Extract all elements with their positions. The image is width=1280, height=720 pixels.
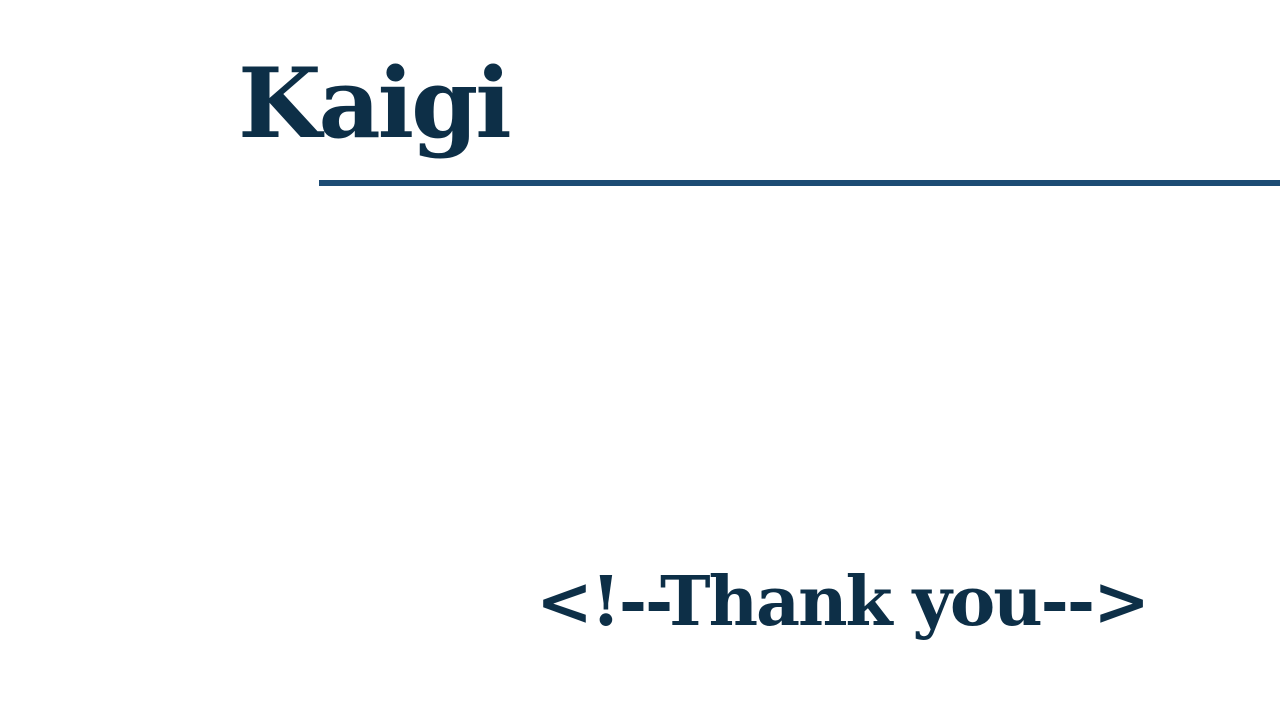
slide: Kaigi <!--Thank you-->: [0, 0, 1280, 720]
closing-message: <!--Thank you-->: [536, 562, 1150, 642]
logo-wordmark: Kaigi: [238, 47, 512, 160]
header-divider: [319, 180, 1280, 186]
